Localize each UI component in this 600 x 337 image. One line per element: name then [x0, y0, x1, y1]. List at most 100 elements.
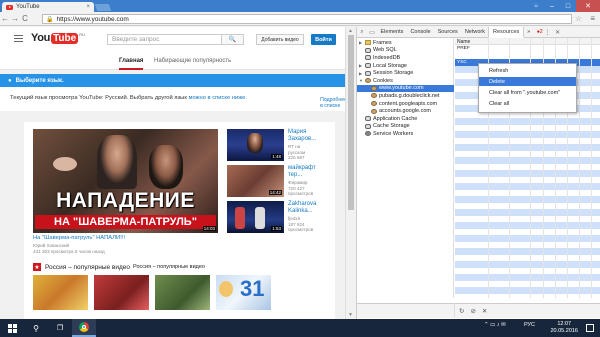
search-button[interactable]: 🔍 [221, 34, 244, 45]
address-bar[interactable]: 🔒 https://www.youtube.com [42, 14, 572, 24]
sign-in-button[interactable]: Войти [311, 34, 336, 45]
context-menu: Refresh Delete Clear all from ".youtube.… [478, 63, 577, 113]
row-video-thumbnail[interactable] [94, 275, 149, 310]
tree-item-websql[interactable]: Web SQL [359, 47, 397, 55]
tree-item-local-storage[interactable]: ▶ Local Storage [359, 62, 407, 70]
tree-label: Session Storage [373, 70, 414, 77]
add-video-button[interactable]: Добавить видео [256, 34, 304, 45]
devtools-tabs: ⌕ ▭ Elements Console Sources Network Res… [357, 26, 600, 38]
user-icon[interactable]: ☺ [528, 0, 544, 12]
tray-icons[interactable]: ⌃ ▭ ♪ ✉ [484, 322, 506, 328]
tree-label: IndexedDB [373, 54, 401, 61]
side-video-thumbnail[interactable]: 14:42 [227, 165, 284, 197]
language-message: Текущий язык просмотра YouTube: Русский.… [0, 87, 355, 111]
hero-author[interactable]: Юрий Хованский [33, 243, 69, 248]
new-tab-button[interactable] [94, 4, 112, 11]
tab-close-icon[interactable]: × [86, 4, 90, 10]
search-icon: 🔍 [228, 37, 237, 43]
tree-item-cookie-accounts[interactable]: accounts.google.com [371, 107, 431, 115]
side-video-title[interactable]: майкрафт тер... [288, 165, 328, 179]
devtools-tab-network[interactable]: Network [461, 27, 488, 38]
scroll-thumb[interactable] [348, 35, 354, 210]
section-title[interactable]: Россия – популярные видео [45, 264, 130, 271]
cookie-icon [371, 101, 377, 107]
side-video-thumbnail[interactable]: 1:53 [227, 201, 284, 233]
clock[interactable]: 12:07 20.05.2016 [550, 321, 578, 334]
device-mode-icon[interactable]: ▭ [367, 27, 377, 38]
lock-icon: 🔒 [46, 16, 54, 23]
tree-item-cookie-youtube[interactable]: www.youtube.com [357, 84, 454, 93]
side-video-duration: 1:48 [271, 154, 282, 159]
reload-button[interactable]: C [20, 14, 30, 24]
tree-item-cookies[interactable]: ▼ Cookies [359, 77, 393, 85]
tree-item-session-storage[interactable]: ▶ Session Storage [359, 69, 413, 77]
side-video-title[interactable]: Мария Захаров... [288, 129, 328, 143]
cookie-icon [371, 85, 377, 91]
language-list-link[interactable]: можно в списке ниже. [189, 95, 248, 101]
row-video-thumbnail[interactable]: 31 [216, 275, 271, 310]
devtools-close-icon[interactable]: ✕ [553, 27, 563, 38]
devtools-tab-elements[interactable]: Elements [377, 27, 407, 38]
tree-item-service-workers[interactable]: Service Workers [359, 130, 413, 138]
chrome-taskbar-icon[interactable] [72, 319, 96, 337]
tree-item-indexeddb[interactable]: IndexedDB [359, 54, 400, 62]
page-scrollbar[interactable]: ▲ ▼ [345, 27, 355, 319]
guide-menu-icon[interactable] [14, 35, 23, 44]
menu-item-delete[interactable]: Delete [479, 77, 576, 86]
chrome-menu-icon[interactable]: ≡ [590, 14, 595, 23]
search-taskbar-icon[interactable]: ⚲ [24, 319, 48, 337]
tree-item-cache-storage[interactable]: Cache Storage [359, 123, 410, 131]
start-button[interactable] [0, 319, 24, 337]
hero-video-title[interactable]: На "Шаверма-патруль" НАПАЛИ!!! [33, 235, 125, 241]
side-video-title[interactable]: Zakharova Kalinka... [288, 201, 328, 215]
tab-home[interactable]: Главная [119, 58, 144, 70]
devtools-tab-sources[interactable]: Sources [434, 27, 461, 38]
cookie-name[interactable]: YSC [457, 60, 467, 65]
language-indicator[interactable]: РУС [524, 322, 535, 328]
menu-item-clear-domain[interactable]: Clear all from ".youtube.com" [479, 88, 576, 97]
youtube-logo[interactable]: You Tube RU [31, 32, 85, 44]
side-video[interactable]: 14:42 майкрафт тер... Фирамир 720 427 пр… [227, 165, 327, 199]
devtools-tab-resources[interactable]: Resources [488, 26, 524, 38]
cookie-icon [371, 108, 377, 114]
side-video-sub: просмотров [288, 191, 314, 196]
cookie-name[interactable]: VISITOR_INFO1_LIVE [457, 53, 506, 58]
tree-item-app-cache[interactable]: Application Cache [359, 115, 417, 123]
tab-youtube[interactable]: YouTube × [2, 2, 94, 12]
tree-item-cookie-doubleclick[interactable]: pubads.g.doubleclick.net [371, 92, 440, 100]
hero-thumbnail[interactable]: НАПАДЕНИЕ НА "ШАВЕРМА-ПАТРУЛЬ" 14:03 [33, 129, 218, 233]
tab-trending[interactable]: Набирающие популярность [154, 58, 231, 64]
language-more-link[interactable]: Подробнее в списке [320, 97, 347, 109]
close-window-button[interactable]: ✕ [576, 0, 600, 12]
bookmark-star-icon[interactable]: ☆ [575, 14, 582, 23]
row-video-thumbnail[interactable] [33, 275, 88, 310]
column-name[interactable]: Name [457, 39, 470, 45]
tree-item-frames[interactable]: ▶ Frames [359, 39, 392, 47]
clear-icon[interactable]: ⊘ [470, 307, 475, 315]
minimize-button[interactable]: – [544, 0, 560, 12]
chrome-window: YouTube × ☺ – □ ✕ ← → C 🔒 https://www.yo… [0, 0, 600, 319]
back-button[interactable]: ← [0, 14, 10, 24]
devtools-more-tabs[interactable]: » [524, 27, 534, 38]
gear-icon [365, 131, 371, 137]
notifications-icon[interactable] [586, 324, 594, 332]
row-video-thumbnail[interactable] [155, 275, 210, 310]
forward-button[interactable]: → [10, 14, 20, 24]
menu-item-clear-all[interactable]: Clear all [479, 99, 576, 108]
refresh-icon[interactable]: ↻ [459, 307, 464, 315]
inspect-icon[interactable]: ⌕ [357, 27, 367, 38]
devtools-menu-icon[interactable]: ⋮ [543, 27, 553, 38]
scroll-up-icon[interactable]: ▲ [348, 28, 353, 34]
scroll-down-icon[interactable]: ▼ [348, 312, 353, 318]
maximize-button[interactable]: □ [560, 0, 576, 12]
language-banner-text: Выберите язык. [15, 77, 64, 84]
side-video[interactable]: 1:53 Zakharova Kalinka... fjedxit 187 82… [227, 201, 327, 235]
side-video-thumbnail[interactable]: 1:48 [227, 129, 284, 161]
side-video[interactable]: 1:48 Мария Захаров... RT на русском 225 … [227, 129, 327, 163]
task-view-icon[interactable]: ❐ [48, 319, 72, 337]
menu-item-refresh[interactable]: Refresh [479, 66, 576, 75]
devtools-tab-console[interactable]: Console [407, 27, 434, 38]
cookie-name[interactable]: PREF [457, 46, 470, 51]
tree-item-cookie-googleapis[interactable]: content.googleapis.com [371, 100, 437, 108]
delete-icon[interactable]: ✕ [482, 307, 487, 315]
